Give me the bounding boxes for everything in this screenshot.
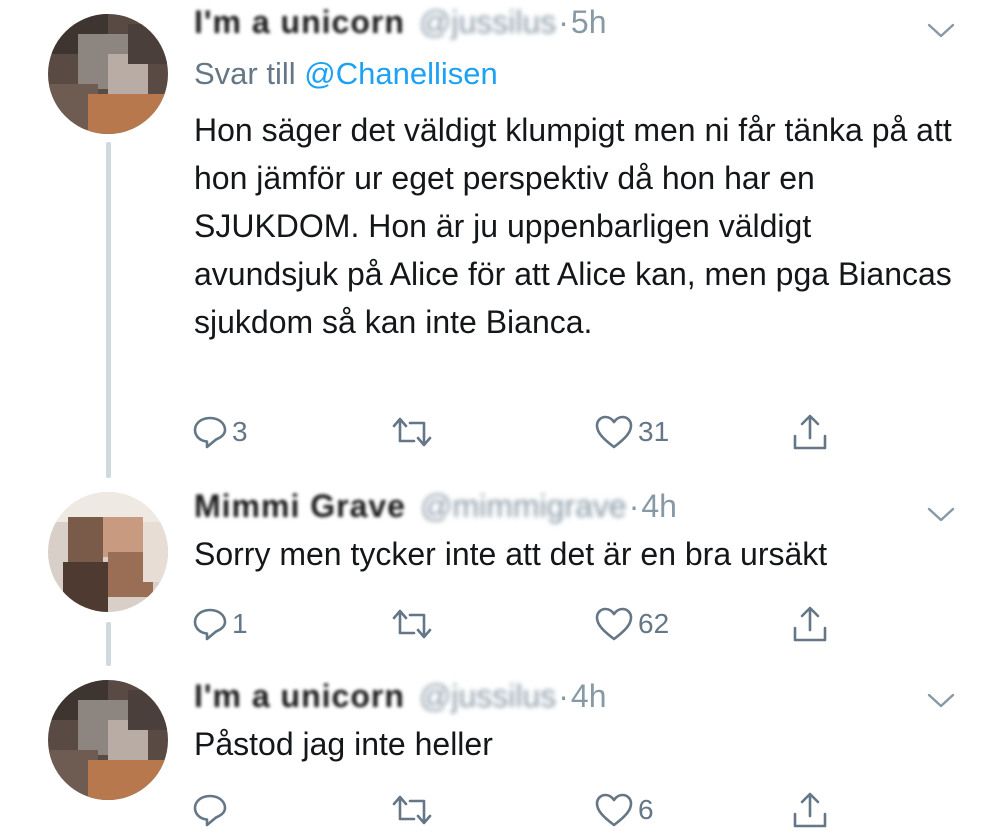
- tweet-actions: 6: [190, 788, 850, 832]
- display-name[interactable]: Mimmi Grave: [194, 488, 406, 525]
- tweet[interactable]: I'm a unicorn @jussilus · 4h Påstod jag …: [0, 670, 1000, 838]
- heart-icon: [595, 415, 633, 449]
- share-icon: [793, 606, 827, 642]
- avatar[interactable]: [48, 14, 168, 134]
- tweet-header: I'm a unicorn @jussilus · 4h: [194, 674, 607, 718]
- tweet-header: Mimmi Grave @mimmigrave · 4h: [194, 484, 677, 528]
- avatar[interactable]: [48, 680, 168, 800]
- heart-icon: [595, 793, 633, 827]
- tweet-actions: 1 62: [190, 602, 850, 646]
- reply-icon: [193, 794, 227, 827]
- reply-label: Svar till: [194, 56, 296, 91]
- like-button[interactable]: 31: [594, 410, 669, 454]
- timestamp[interactable]: 5h: [571, 4, 607, 41]
- chevron-down-icon[interactable]: [926, 20, 956, 40]
- display-name[interactable]: I'm a unicorn: [194, 4, 405, 41]
- mention-link[interactable]: @Chanellisen: [304, 56, 497, 91]
- display-name[interactable]: I'm a unicorn: [194, 678, 405, 715]
- retweet-button[interactable]: [390, 788, 438, 832]
- tweet-text: Hon säger det väldigt klumpigt men ni få…: [194, 112, 952, 340]
- tweet[interactable]: Mimmi Grave @mimmigrave · 4h Sorry men t…: [0, 480, 1000, 670]
- retweet-icon: [392, 417, 432, 447]
- chevron-down-icon[interactable]: [926, 690, 956, 710]
- reply-context: Svar till @Chanellisen: [194, 56, 498, 92]
- tweet-header: I'm a unicorn @jussilus · 5h: [194, 0, 607, 44]
- tweet[interactable]: I'm a unicorn @jussilus · 5h Svar till @…: [0, 0, 1000, 480]
- like-button[interactable]: 6: [594, 788, 654, 832]
- separator-dot: ·: [558, 677, 569, 714]
- retweet-button[interactable]: [390, 410, 438, 454]
- chevron-down-icon[interactable]: [926, 504, 956, 524]
- retweet-icon: [392, 795, 432, 825]
- like-count: 62: [638, 608, 670, 639]
- tweet-text: Påstod jag inte heller: [194, 726, 493, 762]
- share-icon: [793, 792, 827, 828]
- reply-button[interactable]: [192, 788, 232, 832]
- tweet-actions: 3 31: [190, 410, 850, 454]
- reply-count: 1: [232, 608, 248, 639]
- separator-dot: ·: [558, 3, 569, 40]
- reply-icon: [193, 608, 227, 641]
- like-count: 6: [638, 794, 654, 825]
- share-icon: [793, 414, 827, 450]
- reply-button[interactable]: 3: [192, 410, 248, 454]
- separator-dot: ·: [628, 487, 640, 524]
- timestamp[interactable]: 4h: [571, 678, 607, 715]
- share-button[interactable]: [790, 788, 830, 832]
- username[interactable]: @jussilus: [419, 678, 556, 715]
- reply-icon: [193, 416, 227, 449]
- retweet-button[interactable]: [390, 602, 438, 646]
- reply-button[interactable]: 1: [192, 602, 248, 646]
- share-button[interactable]: [790, 602, 830, 646]
- like-button[interactable]: 62: [594, 602, 669, 646]
- like-count: 31: [638, 416, 670, 447]
- heart-icon: [595, 607, 633, 641]
- reply-count: 3: [232, 416, 248, 447]
- retweet-icon: [392, 609, 432, 639]
- timestamp[interactable]: 4h: [641, 488, 677, 525]
- username[interactable]: @mimmigrave: [420, 488, 627, 525]
- tweet-text: Sorry men tycker inte att det är en bra …: [194, 536, 828, 572]
- avatar[interactable]: [48, 492, 168, 612]
- username[interactable]: @jussilus: [419, 4, 556, 41]
- share-button[interactable]: [790, 410, 830, 454]
